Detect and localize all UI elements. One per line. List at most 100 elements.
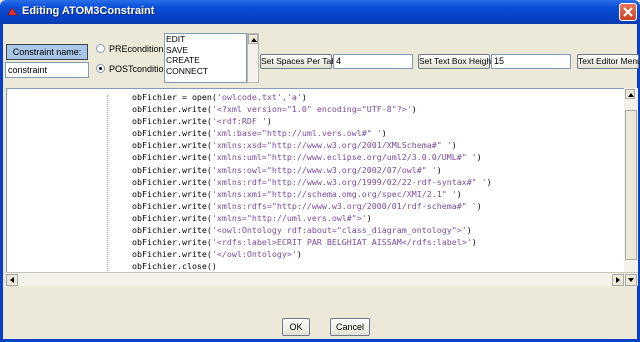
code-string: '<rdf:RDF ' [211,116,267,127]
precondition-radio[interactable]: PREcondition [96,44,164,54]
postcondition-radio-circle[interactable] [96,64,105,73]
height-input[interactable]: 15 [491,54,571,69]
postcondition-label: POSTcondition [109,64,169,74]
constraint-name-label: Constraint name: [6,44,88,60]
list-item[interactable]: CREATE [165,55,246,66]
code-close-paren: ) [476,152,482,163]
code-line: obFichier.write('xmlns:owl="http://www.w… [132,164,492,176]
code-call: obFichier.write( [132,128,212,139]
code-string: 'xml:base="http://uml.vers.owl#" ' [211,128,382,139]
set-spaces-button[interactable]: Set Spaces Per Tab [260,54,336,69]
listbox-scrollbar[interactable] [247,33,259,83]
code-call: obFichier.write( [132,116,212,127]
code-string: 'xmlns:xsd="http://www.w3.org/2001/XMLSc… [211,140,452,151]
code-call: obFichier.write( [132,152,212,163]
code-string: '</owl:Ontology>' [211,249,297,260]
ok-button[interactable]: OK [282,318,310,336]
horizontal-scrollbar[interactable] [6,272,638,286]
code-close-paren: ) [476,200,482,211]
code-call: obFichier = open( [132,92,217,102]
code-close-paren: ) [456,188,462,199]
code-string: '<?xml version="1.0" encoding="UTF-8"?>' [211,104,412,115]
code-string: '<rdfs:label>ECRIT PAR BELGHIAT AISSAM</… [211,237,472,248]
event-listbox[interactable]: EDIT SAVE CREATE CONNECT [164,33,247,83]
set-height-button[interactable]: Set Text Box Height [418,54,494,69]
list-item[interactable]: SAVE [165,45,246,56]
window-title: Editing ATOM3Constraint [22,5,155,17]
code-string: 'xmlns:uml="http://www.eclipse.org/uml2/… [211,152,477,163]
scroll-thumb[interactable] [625,110,637,260]
code-line: obFichier.write('<?xml version="1.0" enc… [132,103,492,115]
code-string: 'owlcode.txt','a' [216,92,302,102]
code-line: obFichier.write('xmlns:xmi="http://schem… [132,188,492,200]
code-string: 'xmlns="http://uml.vers.owl#">' [211,212,367,223]
code-string: 'xmlns:rdfs="http://www.w3.org/2000/01/r… [211,200,477,211]
indent-guide [107,95,108,281]
code-line: obFichier.write('xmlns="http://uml.vers.… [132,212,492,224]
scroll-right-button[interactable] [612,274,624,286]
scroll-up-button[interactable] [625,89,635,99]
code-editor[interactable]: obFichier = open('owlcode.txt','a') obFic… [6,88,636,284]
code-call: obFichier.write( [132,140,212,151]
code-line: obFichier.write('<rdf:RDF ') [132,115,492,127]
code-close-paren: ) [466,225,472,236]
text-editor-menu-button[interactable]: Text Editor Menu [577,54,640,69]
code-string: 'xmlns:rdf="http://www.w3.org/1999/02/22… [211,176,487,187]
postcondition-radio[interactable]: POSTcondition [96,64,169,74]
close-button[interactable] [619,3,637,21]
code-call: obFichier.write( [132,104,212,115]
scroll-down-button[interactable] [625,274,637,286]
code-line: obFichier.write('<rdfs:label>ECRIT PAR B… [132,236,492,248]
code-line: obFichier.write('</owl:Ontology>') [132,248,492,260]
code-string: '<owl:Ontology rdf:about="class_diagram_… [211,225,467,236]
code-close-paren: ) [451,140,457,151]
code-close-paren: ) [486,176,492,187]
code-close-paren: ) [381,128,387,139]
code-lines: obFichier = open('owlcode.txt','a') obFic… [132,91,492,272]
code-line: obFichier.write('<owl:Ontology rdf:about… [132,224,492,236]
code-call: obFichier.write( [132,176,212,187]
code-call: obFichier.write( [132,225,212,236]
code-close-paren: ) [301,92,307,102]
code-call: obFichier.write( [132,249,212,260]
code-close-paren: ) [436,164,442,175]
title-bar[interactable]: Editing ATOM3Constraint [0,0,640,24]
code-string: 'xmlns:owl="http://www.w3.org/2002/07/ow… [211,164,437,175]
code-line: obFichier = open('owlcode.txt','a') [132,91,492,103]
code-line: obFichier.write('xml:base="http://uml.ve… [132,127,492,139]
code-line: obFichier.close() [132,260,492,272]
code-call: obFichier.write( [132,200,212,211]
code-call: obFichier.write( [132,237,212,248]
code-line: obFichier.write('xmlns:rdfs="http://www.… [132,200,492,212]
app-icon [7,7,18,16]
code-line: obFichier.write('xmlns:uml="http://www.e… [132,151,492,163]
code-close-paren: ) [366,212,372,223]
code-call: obFichier.close() [132,261,217,272]
spaces-input[interactable]: 4 [333,54,413,69]
arrow-up-icon [628,93,634,97]
code-line: obFichier.write('xmlns:xsd="http://www.w… [132,139,492,151]
code-call: obFichier.write( [132,164,212,175]
cancel-button[interactable]: Cancel [330,318,370,336]
code-close-paren: ) [471,237,477,248]
code-call: obFichier.write( [132,188,212,199]
close-icon [623,7,633,17]
arrow-left-icon [10,277,14,283]
constraint-name-input[interactable]: constraint [5,62,89,78]
code-close-paren: ) [411,104,417,115]
arrow-right-icon [616,277,620,283]
arrow-up-icon [251,38,257,42]
scroll-up-button[interactable] [248,34,258,44]
code-close-paren: ) [266,116,272,127]
code-close-paren: ) [296,249,302,260]
scroll-left-button[interactable] [6,274,18,286]
precondition-radio-circle[interactable] [96,44,105,53]
arrow-down-icon [628,278,634,282]
precondition-label: PREcondition [109,44,164,54]
list-item[interactable]: EDIT [165,34,246,45]
vertical-scrollbar[interactable] [624,88,638,284]
code-string: 'xmlns:xmi="http://schema.omg.org/spec/X… [211,188,457,199]
code-line: obFichier.write('xmlns:rdf="http://www.w… [132,176,492,188]
list-item[interactable]: CONNECT [165,66,246,77]
code-call: obFichier.write( [132,212,212,223]
